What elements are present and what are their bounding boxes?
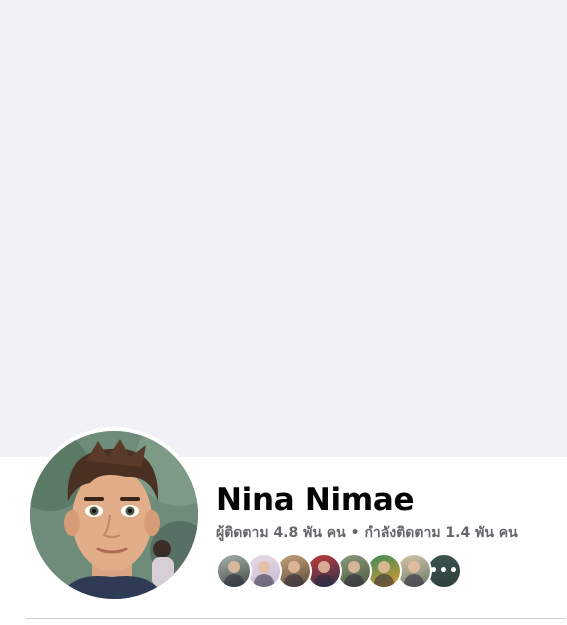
- friend-silhouette-icon: [318, 561, 330, 573]
- friend-body-shape: [374, 574, 394, 587]
- cover-photo[interactable]: [0, 0, 567, 457]
- friend-silhouette-icon: [378, 561, 390, 573]
- followers-link[interactable]: ผู้ติดตาม 4.8 พัน คน: [216, 525, 346, 541]
- friend-silhouette-icon: [348, 561, 360, 573]
- profile-picture[interactable]: [26, 427, 202, 603]
- avatar-illustration: [30, 431, 198, 599]
- divider: [26, 618, 566, 619]
- stats-separator: •: [345, 525, 365, 541]
- avatar: [30, 431, 198, 599]
- friend-silhouette-icon: [288, 561, 300, 573]
- follow-stats: ผู้ติดตาม 4.8 พัน คน • กำลังติดตาม 1.4 พ…: [216, 523, 518, 543]
- mutual-friends-row: •••: [216, 553, 462, 589]
- friend-silhouette-icon: [228, 561, 240, 573]
- friend-avatar-1[interactable]: [216, 553, 252, 589]
- friend-body-shape: [404, 574, 424, 587]
- following-link[interactable]: กำลังติดตาม 1.4 พัน คน: [364, 525, 517, 541]
- friend-silhouette-icon: [258, 561, 270, 573]
- more-friends-icon: •••: [429, 563, 459, 579]
- friend-body-shape: [254, 574, 274, 587]
- friend-body-shape: [224, 574, 244, 587]
- friend-body-shape: [314, 574, 334, 587]
- friend-body-shape: [284, 574, 304, 587]
- profile-name: Nina Nimae: [216, 482, 415, 518]
- friend-body-shape: [344, 574, 364, 587]
- friend-silhouette-icon: [408, 561, 420, 573]
